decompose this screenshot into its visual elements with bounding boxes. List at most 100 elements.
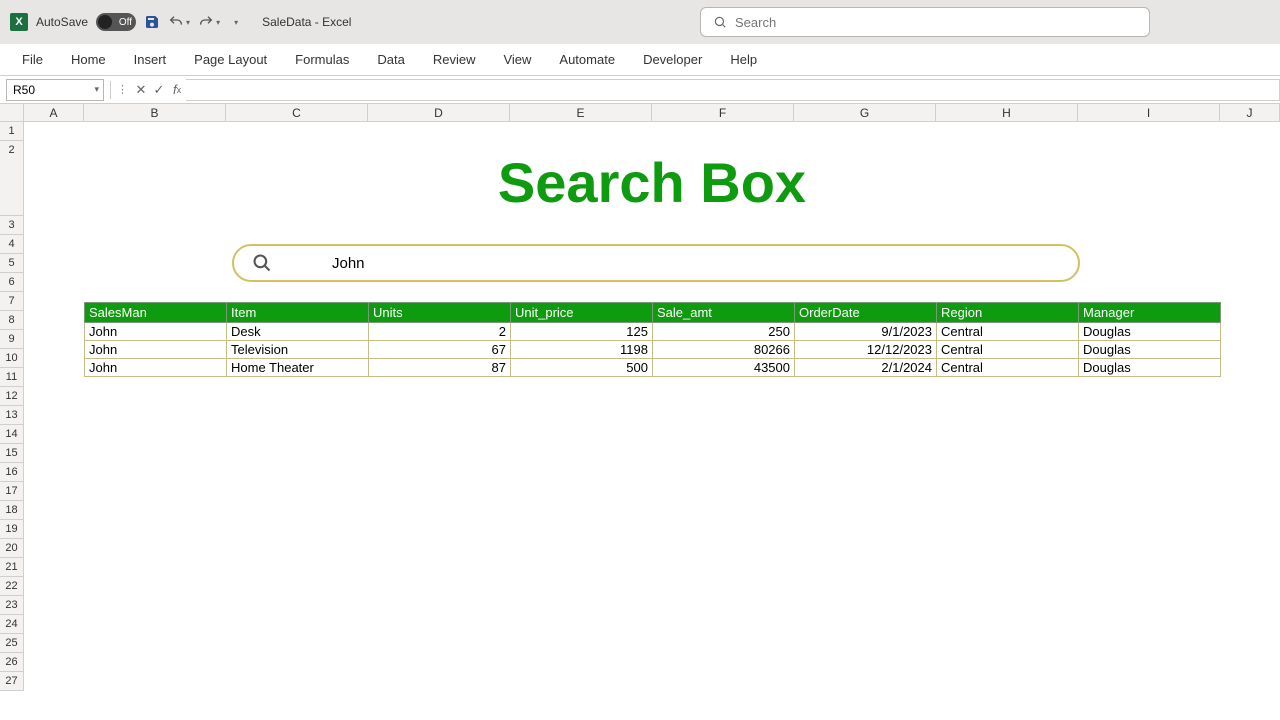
autosave-toggle[interactable]: Off (96, 13, 136, 31)
col-header[interactable]: B (84, 104, 226, 121)
tab-formulas[interactable]: Formulas (283, 46, 361, 73)
undo-button[interactable]: ▾ (168, 14, 190, 30)
cell-unit-price[interactable]: 1198 (511, 341, 653, 359)
app-search[interactable] (700, 7, 1150, 37)
save-icon[interactable] (144, 14, 160, 30)
th-item[interactable]: Item (227, 303, 369, 323)
row-header[interactable]: 10 (0, 349, 24, 368)
th-orderdate[interactable]: OrderDate (795, 303, 937, 323)
cell-sale-amt[interactable]: 80266 (653, 341, 795, 359)
row-header[interactable]: 19 (0, 520, 24, 539)
row-header[interactable]: 17 (0, 482, 24, 501)
results-table: SalesMan Item Units Unit_price Sale_amt … (84, 302, 1221, 377)
cell-sale-amt[interactable]: 43500 (653, 359, 795, 377)
enter-formula-button[interactable]: ✓ (150, 81, 168, 99)
th-sale-amt[interactable]: Sale_amt (653, 303, 795, 323)
row-header[interactable]: 20 (0, 539, 24, 558)
row-header[interactable]: 22 (0, 577, 24, 596)
cell-sale-amt[interactable]: 250 (653, 323, 795, 341)
row-header[interactable]: 15 (0, 444, 24, 463)
row-header[interactable]: 27 (0, 672, 24, 691)
row-header[interactable]: 26 (0, 653, 24, 672)
row-header[interactable]: 13 (0, 406, 24, 425)
tab-developer[interactable]: Developer (631, 46, 714, 73)
row-header[interactable]: 6 (0, 273, 24, 292)
cell-units[interactable]: 87 (369, 359, 511, 377)
row-header[interactable]: 5 (0, 254, 24, 273)
col-header[interactable]: D (368, 104, 510, 121)
cell-units[interactable]: 2 (369, 323, 511, 341)
th-manager[interactable]: Manager (1079, 303, 1221, 323)
row-header[interactable]: 18 (0, 501, 24, 520)
row-header[interactable]: 4 (0, 235, 24, 254)
cell-manager[interactable]: Douglas (1079, 359, 1221, 377)
cell-manager[interactable]: Douglas (1079, 323, 1221, 341)
row-header[interactable]: 11 (0, 368, 24, 387)
tab-insert[interactable]: Insert (122, 46, 179, 73)
sheet-search-box[interactable]: John (232, 244, 1080, 282)
cell-region[interactable]: Central (937, 341, 1079, 359)
tab-home[interactable]: Home (59, 46, 118, 73)
row-header[interactable]: 1 (0, 122, 24, 141)
tab-automate[interactable]: Automate (547, 46, 627, 73)
th-salesman[interactable]: SalesMan (85, 303, 227, 323)
cell-salesman[interactable]: John (85, 341, 227, 359)
tab-data[interactable]: Data (365, 46, 416, 73)
tab-page-layout[interactable]: Page Layout (182, 46, 279, 73)
cell-region[interactable]: Central (937, 359, 1079, 377)
cell-unit-price[interactable]: 125 (511, 323, 653, 341)
col-header[interactable]: A (24, 104, 84, 121)
cells-area[interactable]: Search Box John SalesMan Item Units Unit… (24, 122, 1280, 691)
col-header[interactable]: F (652, 104, 794, 121)
cell-region[interactable]: Central (937, 323, 1079, 341)
row-header[interactable]: 21 (0, 558, 24, 577)
cell-salesman[interactable]: John (85, 359, 227, 377)
row-header[interactable]: 8 (0, 311, 24, 330)
row-header[interactable]: 23 (0, 596, 24, 615)
row-header[interactable]: 16 (0, 463, 24, 482)
table-row[interactable]: John Home Theater 87 500 43500 2/1/2024 … (85, 359, 1221, 377)
tab-review[interactable]: Review (421, 46, 488, 73)
row-header[interactable]: 9 (0, 330, 24, 349)
col-header[interactable]: H (936, 104, 1078, 121)
tab-help[interactable]: Help (718, 46, 769, 73)
cell-units[interactable]: 67 (369, 341, 511, 359)
select-all-corner[interactable] (0, 104, 24, 121)
col-header[interactable]: G (794, 104, 936, 121)
row-header[interactable]: 14 (0, 425, 24, 444)
qat-customize-icon[interactable]: ▾ (234, 18, 238, 27)
cell-orderdate[interactable]: 2/1/2024 (795, 359, 937, 377)
cell-item[interactable]: Television (227, 341, 369, 359)
th-units[interactable]: Units (369, 303, 511, 323)
formula-input[interactable] (186, 79, 1280, 101)
th-region[interactable]: Region (937, 303, 1079, 323)
table-row[interactable]: John Television 67 1198 80266 12/12/2023… (85, 341, 1221, 359)
col-header[interactable]: E (510, 104, 652, 121)
col-header[interactable]: C (226, 104, 368, 121)
col-header[interactable]: I (1078, 104, 1220, 121)
cell-orderdate[interactable]: 12/12/2023 (795, 341, 937, 359)
cell-orderdate[interactable]: 9/1/2023 (795, 323, 937, 341)
cell-item[interactable]: Home Theater (227, 359, 369, 377)
cell-unit-price[interactable]: 500 (511, 359, 653, 377)
redo-button[interactable]: ▾ (198, 14, 220, 30)
cell-item[interactable]: Desk (227, 323, 369, 341)
app-search-input[interactable] (735, 15, 1137, 30)
row-header[interactable]: 7 (0, 292, 24, 311)
row-header[interactable]: 24 (0, 615, 24, 634)
cell-manager[interactable]: Douglas (1079, 341, 1221, 359)
table-row[interactable]: John Desk 2 125 250 9/1/2023 Central Dou… (85, 323, 1221, 341)
tab-file[interactable]: File (10, 46, 55, 73)
th-unit-price[interactable]: Unit_price (511, 303, 653, 323)
fx-button[interactable]: fx (168, 81, 186, 99)
row-header[interactable]: 12 (0, 387, 24, 406)
cell-salesman[interactable]: John (85, 323, 227, 341)
row-header[interactable]: 3 (0, 216, 24, 235)
column-headers: A B C D E F G H I J (0, 104, 1280, 122)
row-header[interactable]: 2 (0, 141, 24, 216)
cancel-formula-button[interactable]: ✕ (132, 81, 150, 99)
col-header[interactable]: J (1220, 104, 1280, 121)
row-header[interactable]: 25 (0, 634, 24, 653)
name-box[interactable]: R50 ▾ (6, 79, 104, 101)
tab-view[interactable]: View (491, 46, 543, 73)
